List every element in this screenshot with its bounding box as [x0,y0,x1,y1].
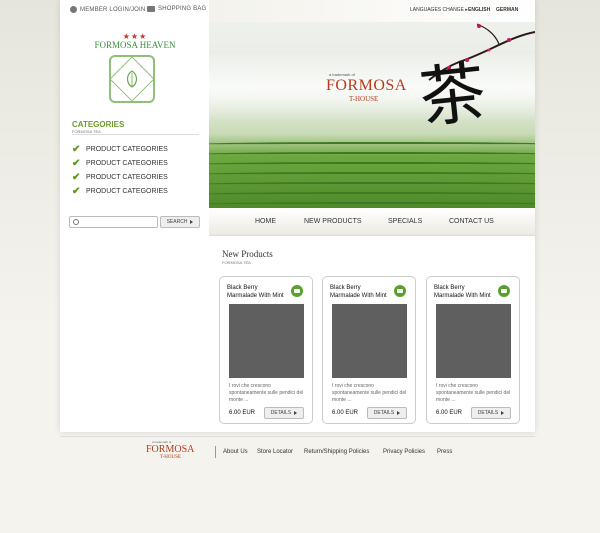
details-button[interactable]: DETAILS [367,407,407,419]
tea-row [209,152,535,157]
categories-title: CATEGORIES [72,120,125,129]
shopping-bag-icon [147,6,155,12]
category-item[interactable]: ✔ PRODUCT CATEGORIES [72,142,168,156]
checkmark-icon: ✔ [72,143,81,155]
category-item[interactable]: ✔ PRODUCT CATEGORIES [72,156,168,170]
member-login-link[interactable]: MEMBER LOGIN/JOIN [70,6,145,13]
product-price: 6.00 EUR [229,410,256,416]
product-image[interactable] [332,304,407,378]
search-icon [73,219,79,225]
category-label: PRODUCT CATEGORIES [86,187,168,195]
arrow-right-icon [190,220,194,224]
category-item[interactable]: ✔ PRODUCT CATEGORIES [72,184,168,198]
details-label: DETAILS [270,410,292,416]
product-name[interactable]: Black Berry Marmalade With Mint [434,284,496,300]
category-label: PRODUCT CATEGORIES [86,145,168,153]
footer-link-press[interactable]: Press [437,449,452,455]
footer-separator [215,446,216,458]
tea-row [209,142,535,147]
footer-brand-sub: T-HOUSE [160,455,181,460]
category-list: ✔ PRODUCT CATEGORIES ✔ PRODUCT CATEGORIES … [72,142,168,198]
nav-new-products[interactable]: NEW PRODUCTS [304,218,362,225]
shopping-bag-link[interactable]: SHOPPING BAG [147,6,206,12]
product-price: 6.00 EUR [332,410,359,416]
arrow-right-icon [501,411,505,415]
footer-link-return-policies[interactable]: Return/Shipping Policies [304,449,369,455]
details-label: DETAILS [477,410,499,416]
tea-calligraphy: 茶 [415,53,490,138]
category-item[interactable]: ✔ PRODUCT CATEGORIES [72,170,168,184]
divider [72,134,199,135]
new-products-subtitle: FORMOSA TEA [222,260,251,265]
tea-row [209,182,535,187]
shopping-bag-label: SHOPPING BAG [158,6,207,12]
sidebar: ★★★ FORMOSA HEAVEN CATEGORIES FORMOSA TE… [60,22,209,432]
product-card: Black Berry Marmalade With Mint I rovi c… [322,276,416,424]
logo-text: FORMOSA HEAVEN [94,40,176,50]
user-icon [70,6,77,13]
product-image[interactable] [436,304,511,378]
cart-icon[interactable] [498,285,510,297]
german-link[interactable]: GERMAN [496,7,518,13]
checkmark-icon: ✔ [72,171,81,183]
details-label: DETAILS [373,410,395,416]
cart-icon[interactable] [394,285,406,297]
nav-specials[interactable]: SPECIALS [388,218,422,225]
product-price: 6.00 EUR [436,410,463,416]
product-description: I rovi che crescono spontaneamente sulle… [332,383,407,403]
tea-row [209,202,535,207]
footer-link-privacy[interactable]: Privacy Policies [383,449,425,455]
banner-brand-sub: T-HOUSE [349,95,379,103]
footer-link-about[interactable]: About Us [223,449,248,455]
details-button[interactable]: DETAILS [471,407,511,419]
english-link[interactable]: ENGLISH [468,7,490,13]
nav-contact[interactable]: CONTACT US [449,218,494,225]
product-card: Black Berry Marmalade With Mint I rovi c… [219,276,313,424]
cart-icon[interactable] [291,285,303,297]
footer-brand[interactable]: FORMOSA [146,444,194,455]
member-login-label: MEMBER LOGIN/JOIN [80,6,146,13]
product-card: Black Berry Marmalade With Mint I rovi c… [426,276,520,424]
product-description: I rovi che crescono spontaneamente sulle… [229,383,304,403]
main-nav: HOME NEW PRODUCTS SPECIALS CONTACT US [209,208,535,236]
category-label: PRODUCT CATEGORIES [86,159,168,167]
product-description: I rovi che crescono spontaneamente sulle… [436,383,511,403]
arrow-right-icon [397,411,401,415]
details-button[interactable]: DETAILS [264,407,304,419]
search-button[interactable]: SEARCH [160,216,200,228]
checkmark-icon: ✔ [72,157,81,169]
arrow-right-icon [294,411,298,415]
search-input[interactable] [69,216,158,228]
product-image[interactable] [229,304,304,378]
languages-change-link[interactable]: LANGUAGES CHANGE ▸ [410,7,468,13]
checkmark-icon: ✔ [72,185,81,197]
logo-emblem[interactable] [109,55,155,103]
hero-banner: a trademark of FORMOSA T-HOUSE 茶 [209,22,535,208]
new-products-title: New Products [222,249,273,259]
tea-row [209,192,535,197]
footer-link-store-locator[interactable]: Store Locator [257,449,293,455]
banner-brand: FORMOSA [326,77,407,94]
tea-row [209,172,535,177]
lang-strip: LANGUAGES CHANGE ▸ ENGLISH GERMAN [209,0,535,22]
product-name[interactable]: Black Berry Marmalade With Mint [330,284,392,300]
product-name[interactable]: Black Berry Marmalade With Mint [227,284,289,300]
tea-row [209,162,535,167]
search-button-label: SEARCH [166,219,188,225]
nav-home[interactable]: HOME [255,218,276,225]
footer-divider [60,436,535,437]
leaf-icon [109,56,155,102]
category-label: PRODUCT CATEGORIES [86,173,168,181]
